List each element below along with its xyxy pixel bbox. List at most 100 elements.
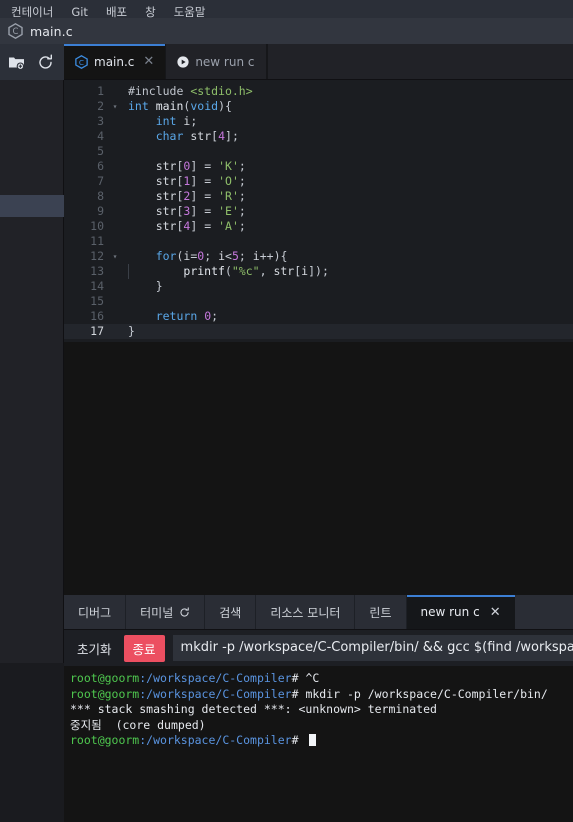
code-line-2[interactable]: 2 ▾ int main(void){ xyxy=(64,99,573,114)
line-number: 9 xyxy=(97,204,104,218)
code-line-text: } xyxy=(155,279,163,293)
code-line-16[interactable]: 16 return 0; xyxy=(64,309,573,324)
editor-tab-label: new run c xyxy=(195,54,255,69)
panel-tab-label: new run c xyxy=(420,605,480,619)
line-number: 15 xyxy=(90,294,104,308)
menu-item-1[interactable]: Git xyxy=(62,6,97,18)
panel-tab-label: 터미널 xyxy=(140,605,174,620)
terminal-prompt-symbol: # xyxy=(291,686,306,701)
panel-tab-label: 검색 xyxy=(219,605,242,620)
run-icon xyxy=(177,55,189,68)
terminal-output-text: *** stack smashing detected ***: <unknow… xyxy=(70,702,437,716)
explorer-toolbar xyxy=(0,44,64,80)
code-line-10[interactable]: 10 str[4] = 'A'; xyxy=(64,219,573,234)
terminal-toolbar: 초기화 종료 mkdir -p /workspace/C-Compiler/bi… xyxy=(64,630,573,666)
terminal-prompt-path: :/workspace/C-Compiler xyxy=(139,733,292,747)
code-lines[interactable]: 1 #include <stdio.h> 2 ▾ int main(void){3 in… xyxy=(64,80,573,342)
fold-arrow-icon[interactable]: ▾ xyxy=(110,99,120,114)
editor-tabbar-empty xyxy=(266,44,573,79)
bottom-panel: 디버그 터미널 검색 리소스 모니터 린트 new run c ✕ 초기화 종료 mkdir… xyxy=(64,595,573,822)
panel-tab-label: 디버그 xyxy=(78,605,112,620)
terminal-prompt-symbol: # xyxy=(291,733,306,747)
line-number: 12 xyxy=(90,249,104,263)
terminal-prompt-user: root@goorm xyxy=(70,733,140,747)
editor-tab-main-c[interactable]: Cmain.c ✕ xyxy=(64,44,167,79)
panel-tab-리소스-모니터[interactable]: 리소스 모니터 xyxy=(256,595,356,629)
code-line-8[interactable]: 8 str[2] = 'R'; xyxy=(64,189,573,204)
panel-tabbar-empty xyxy=(514,595,573,629)
code-line-text: printf("%c", str[i]); xyxy=(120,264,329,279)
svg-text:C: C xyxy=(79,57,84,66)
panel-tab-label: 리소스 모니터 xyxy=(270,605,341,620)
panel-tab-new-run-c[interactable]: new run c ✕ xyxy=(406,595,515,629)
terminal-output[interactable]: root@goorm:/workspace/C-Compiler# ^C root… xyxy=(64,666,573,822)
terminal-prompt-user: root@goorm xyxy=(70,686,140,701)
line-number: 16 xyxy=(90,309,104,323)
close-icon[interactable]: ✕ xyxy=(143,55,154,68)
code-line-13[interactable]: 13 printf("%c", str[i]); xyxy=(64,264,573,279)
line-number: 2 xyxy=(97,99,104,113)
menu-item-3[interactable]: 창 xyxy=(136,6,165,18)
panel-tab-검색[interactable]: 검색 xyxy=(205,595,257,629)
terminal-line-1: root@goorm:/workspace/C-Compiler# mkdir … xyxy=(70,687,573,703)
code-line-text: char str[4]; xyxy=(155,129,239,143)
code-line-9[interactable]: 9 str[3] = 'E'; xyxy=(64,204,573,219)
code-line-14[interactable]: 14 } xyxy=(64,279,573,294)
panel-tab-label: 린트 xyxy=(369,605,392,620)
code-line-text: str[3] = 'E'; xyxy=(155,204,246,218)
line-number: 14 xyxy=(90,279,104,293)
code-line-text: int i; xyxy=(155,114,198,128)
code-line-3[interactable]: 3 int i; xyxy=(64,114,573,129)
panel-tab-린트[interactable]: 린트 xyxy=(355,595,407,629)
terminal-command: ^C xyxy=(305,671,320,685)
new-folder-icon[interactable] xyxy=(8,54,25,71)
menu-item-4[interactable]: 도움말 xyxy=(165,6,215,18)
line-number: 10 xyxy=(90,219,104,233)
panel-tab-터미널[interactable]: 터미널 xyxy=(126,595,206,629)
terminal-line-0: root@goorm:/workspace/C-Compiler# ^C xyxy=(70,671,573,687)
menu-item-0[interactable]: 컨테이너 xyxy=(2,6,62,18)
code-line-6[interactable]: 6 str[0] = 'K'; xyxy=(64,159,573,174)
editor-tab-bar: Cmain.c ✕ new run c xyxy=(64,44,573,80)
code-line-text: str[0] = 'K'; xyxy=(155,159,246,173)
editor-tab-new-run-c[interactable]: new run c xyxy=(166,44,267,79)
code-editor[interactable]: 1 #include <stdio.h> 2 ▾ int main(void){3 in… xyxy=(64,80,573,595)
code-line-4[interactable]: 4 char str[4]; xyxy=(64,129,573,144)
code-line-text: str[4] = 'A'; xyxy=(155,219,246,233)
svg-text:C: C xyxy=(13,27,19,37)
editor-tab-label: main.c xyxy=(94,54,135,69)
line-number: 8 xyxy=(97,189,104,203)
file-explorer-tree[interactable] xyxy=(0,80,64,822)
stop-button[interactable]: 종료 xyxy=(123,634,165,662)
c-file-icon: C xyxy=(75,54,88,69)
code-line-text: str[1] = 'O'; xyxy=(155,174,246,188)
code-line-15[interactable]: 15 xyxy=(64,294,573,309)
menu-bar: 컨테이너 Git 배포 창 도움말 xyxy=(0,0,573,18)
terminal-output-text: 중지됨 (core dumped) xyxy=(70,717,206,732)
refresh-icon[interactable] xyxy=(37,54,54,71)
line-number: 5 xyxy=(97,144,104,158)
code-line-5[interactable]: 5 xyxy=(64,144,573,159)
menu-item-2[interactable]: 배포 xyxy=(97,6,136,18)
code-line-text: #include <stdio.h> xyxy=(128,84,253,98)
file-tree-selected-row[interactable] xyxy=(0,195,64,217)
line-number: 6 xyxy=(97,159,104,173)
line-number: 17 xyxy=(90,324,104,338)
line-number: 7 xyxy=(97,174,104,188)
refresh-icon[interactable] xyxy=(179,606,190,618)
file-explorer-lower-region xyxy=(0,663,64,822)
reset-button[interactable]: 초기화 xyxy=(73,636,116,661)
panel-tab-bar: 디버그 터미널 검색 리소스 모니터 린트 new run c ✕ xyxy=(64,595,573,630)
terminal-cursor xyxy=(309,734,317,746)
code-line-7[interactable]: 7 str[1] = 'O'; xyxy=(64,174,573,189)
code-line-text: int main(void){ xyxy=(128,99,232,113)
command-input[interactable]: mkdir -p /workspace/C-Compiler/bin/ && g… xyxy=(172,635,573,661)
code-line-1[interactable]: 1 #include <stdio.h> xyxy=(64,84,573,99)
fold-arrow-icon[interactable]: ▾ xyxy=(110,249,120,264)
code-line-11[interactable]: 11 xyxy=(64,234,573,249)
title-text: main.c xyxy=(30,23,73,39)
code-line-17[interactable]: 17} xyxy=(64,324,573,339)
code-line-12[interactable]: 12 ▾ for(i=0; i<5; i++){ xyxy=(64,249,573,264)
panel-tab-디버그[interactable]: 디버그 xyxy=(64,595,127,629)
close-icon[interactable]: ✕ xyxy=(490,606,501,619)
